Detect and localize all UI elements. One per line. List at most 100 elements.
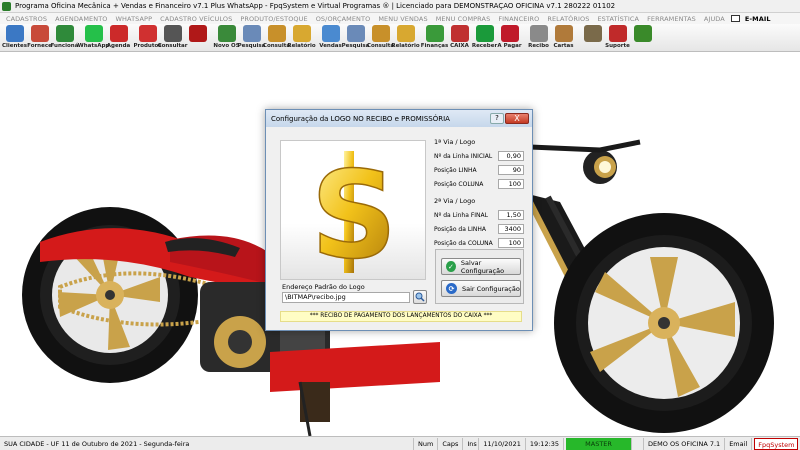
toolbar-button-tool-22[interactable]: [580, 24, 605, 43]
toolbar-label: Pesquisa: [237, 43, 266, 49]
produtos-icon: [138, 25, 157, 42]
agenda-icon: [109, 25, 128, 42]
config-field-label: Posição da LINHA: [434, 225, 487, 233]
menu-item-produto-estoque[interactable]: PRODUTO/ESTOQUE: [236, 15, 311, 23]
toolbar-button-vendas[interactable]: Vendas: [318, 24, 343, 49]
logo-path-input[interactable]: \BITMAP\recibo.jpg: [282, 292, 410, 303]
toolbar-button-receber[interactable]: Receber: [472, 24, 497, 49]
toolbar-button-caixa[interactable]: CAIXA: [447, 24, 472, 49]
config-field-input[interactable]: 1,50: [498, 210, 524, 220]
section-second-copy: 2ª Via / Logo: [434, 197, 476, 205]
window-title: Programa Oficina Mecânica + Vendas e Fin…: [15, 2, 616, 10]
toolbar-button-fornece[interactable]: Fornece: [27, 24, 52, 49]
finan-as-icon: [425, 25, 444, 42]
close-button[interactable]: X: [505, 113, 529, 124]
menu-item-estat-stica[interactable]: ESTATÍSTICA: [593, 15, 643, 23]
status-demo: DEMO OS OFICINA 7.1: [644, 437, 726, 450]
toolbar-button-consulta[interactable]: Consulta: [367, 24, 394, 49]
status-fpqsystem[interactable]: FpqSystem: [754, 437, 799, 450]
toolbar-button-tool-7[interactable]: [185, 24, 210, 43]
menu-item-menu-compras[interactable]: MENU COMPRAS: [432, 15, 495, 23]
menu-item-relat-rios[interactable]: RELATÓRIOS: [543, 15, 593, 23]
menu-item-os-or-amento[interactable]: OS/ORÇAMENTO: [312, 15, 375, 23]
menu-item-menu-vendas[interactable]: MENU VENDAS: [374, 15, 431, 23]
toolbar-label: Agenda: [106, 43, 131, 49]
toolbar-button-agenda[interactable]: Agenda: [106, 24, 131, 49]
toolbar-button-finan-as[interactable]: Finanças: [421, 24, 448, 49]
config-fields: 1ª Via / Logo Nº da Linha INICIAL 0,90 Pos…: [434, 136, 524, 250]
toolbar-label: Vendas: [319, 43, 342, 49]
menu-item-e-mail[interactable]: E-MAIL: [741, 15, 775, 23]
toolbar-button-relat-rio[interactable]: Relatório: [391, 24, 420, 49]
app-icon: [2, 1, 11, 11]
toolbar-button-relat-rio[interactable]: Relatório: [287, 24, 316, 49]
config-field-input[interactable]: 3400: [498, 224, 524, 234]
menu-item-ferramentas[interactable]: FERRAMENTAS: [643, 15, 700, 23]
status-date: 11/10/2021: [479, 437, 526, 450]
toolbar-button-consultar[interactable]: Consultar: [157, 24, 188, 49]
logo-preview: S: [280, 140, 426, 287]
config-field-row: Nº da Linha INICIAL 0,90: [434, 149, 524, 163]
search-icon: [415, 292, 425, 302]
status-email[interactable]: Email: [725, 437, 753, 450]
relat-rio-icon: [292, 25, 311, 42]
toolbar-button-suporte[interactable]: Suporte: [605, 24, 630, 49]
tool-24-icon: [633, 25, 652, 42]
consulta-icon: [371, 25, 390, 42]
toolbar-label: Relatório: [287, 43, 316, 49]
exit-config-button[interactable]: ⟳ Sair Configuração: [441, 280, 521, 297]
toolbar-button-whatsapp[interactable]: WhatsApp: [78, 24, 109, 49]
desktop-background: Configuração da LOGO NO RECIBO e PROMISS…: [0, 52, 800, 436]
help-button[interactable]: ?: [490, 113, 504, 124]
toolbar-button-produtos[interactable]: Produtos: [133, 24, 162, 49]
toolbar-button-recibo[interactable]: Recibo: [526, 24, 551, 49]
consulta-icon: [267, 25, 286, 42]
cartas-icon: [554, 25, 573, 42]
funcion--icon: [55, 25, 74, 42]
dialog-title: Configuração da LOGO NO RECIBO e PROMISS…: [271, 114, 450, 123]
save-config-label: Salvar Configuração: [460, 258, 505, 275]
menu-item-whatsapp[interactable]: WHATSAPP: [112, 15, 157, 23]
toolbar-label: A Pagar: [497, 43, 522, 49]
config-field-input[interactable]: 100: [498, 238, 524, 248]
config-field-input[interactable]: 90: [498, 165, 524, 175]
suporte-icon: [608, 25, 627, 42]
tool-7-icon: [188, 25, 207, 42]
toolbar-label: Suporte: [605, 43, 630, 49]
menu-item-cadastros[interactable]: CADASTROS: [2, 15, 51, 23]
toolbar-button-funcion-[interactable]: Funcioná: [50, 24, 79, 49]
novo-os-icon: [217, 25, 236, 42]
logo-config-dialog: Configuração da LOGO NO RECIBO e PROMISS…: [265, 109, 533, 331]
config-field-row: Nº da Linha FINAL 1,50: [434, 208, 524, 222]
toolbar-button-tool-24[interactable]: [630, 24, 655, 43]
exit-config-label: Sair Configuração: [462, 284, 520, 293]
toolbar-label: Receber: [471, 43, 498, 49]
a-pagar-icon: [500, 25, 519, 42]
config-field-input[interactable]: 0,90: [498, 151, 524, 161]
toolbar-label: Consultar: [157, 43, 188, 49]
config-field-input[interactable]: 100: [498, 179, 524, 189]
toolbar-button-clientes[interactable]: Clientes: [2, 24, 27, 49]
browse-button[interactable]: [413, 290, 427, 304]
tool-22-icon: [583, 25, 602, 42]
toolbar-button-pesquisa[interactable]: Pesquisa: [341, 24, 370, 49]
status-bar: SUA CIDADE - UF 11 de Outubro de 2021 - …: [0, 436, 800, 450]
toolbar-button-novo-os[interactable]: Novo OS: [213, 24, 240, 49]
menu-item-cadastro-ve-culos[interactable]: CADASTRO VEÍCULOS: [156, 15, 236, 23]
toolbar-label: Fornece: [27, 43, 52, 49]
toolbar-label: Pesquisa: [341, 43, 370, 49]
menu-item-ajuda[interactable]: AJUDA: [700, 15, 729, 23]
toolbar-button-pesquisa[interactable]: Pesquisa: [237, 24, 266, 49]
toolbar-label: Funcioná: [50, 43, 79, 49]
status-time: 19:12:35: [526, 437, 565, 450]
toolbar-label: Recibo: [528, 43, 549, 49]
relat-rio-icon: [396, 25, 415, 42]
menu-item-agendamento[interactable]: AGENDAMENTO: [51, 15, 111, 23]
toolbar-button-a-pagar[interactable]: A Pagar: [497, 24, 522, 49]
dialog-title-bar: Configuração da LOGO NO RECIBO e PROMISS…: [266, 110, 532, 127]
toolbar-button-consulta[interactable]: Consulta: [263, 24, 290, 49]
menu-item-financeiro[interactable]: FINANCEIRO: [494, 15, 543, 23]
section-first-copy: 1ª Via / Logo: [434, 138, 476, 146]
save-config-button[interactable]: ✓ Salvar Configuração: [441, 258, 521, 275]
toolbar-button-cartas[interactable]: Cartas: [551, 24, 576, 49]
